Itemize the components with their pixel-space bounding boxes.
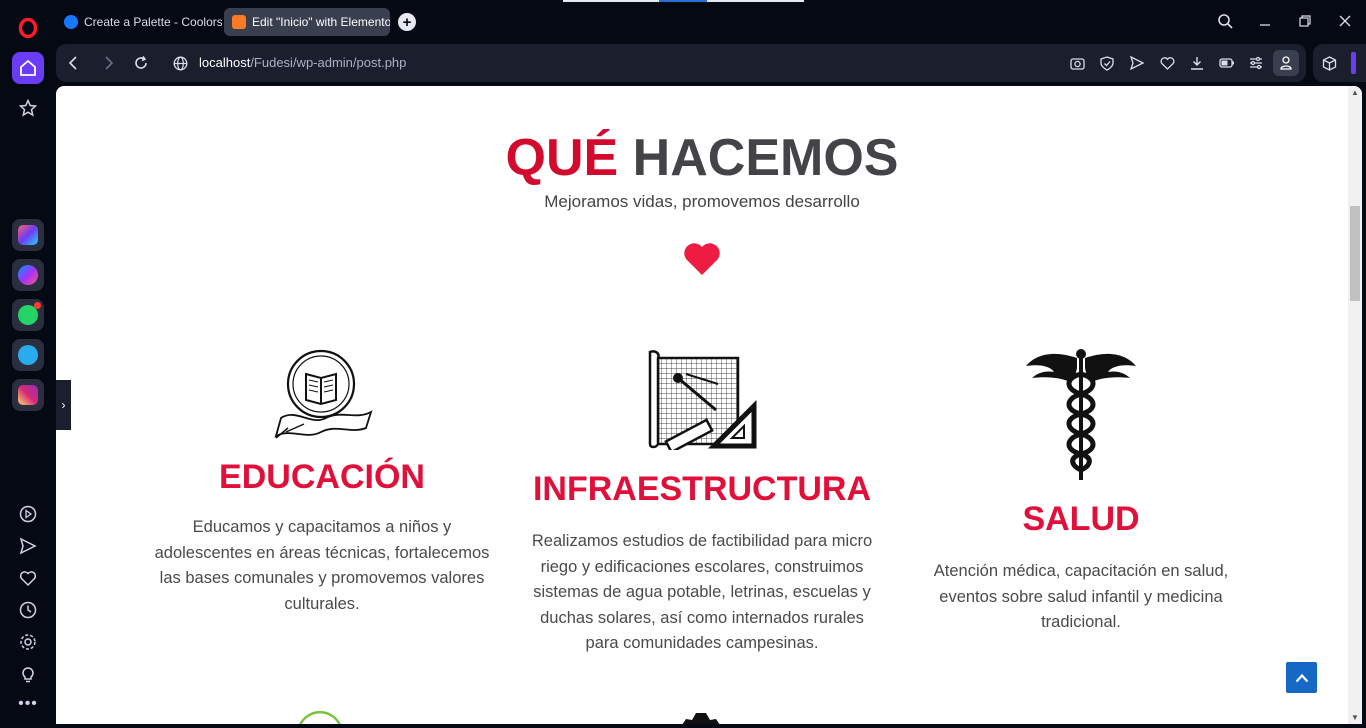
bookmarks-star-icon[interactable] bbox=[16, 96, 40, 120]
service-card-education: EDUCACIÓN Educamos y capacitamos a niños… bbox=[142, 458, 502, 617]
service-card-salud: SALUD Atención médica, capacitación en s… bbox=[901, 500, 1261, 636]
section-heading: QUÉ HACEMOS bbox=[56, 128, 1348, 188]
site-info-globe-icon[interactable] bbox=[170, 53, 190, 73]
top-strip bbox=[563, 0, 659, 2]
extensions-area bbox=[1313, 44, 1366, 82]
service-title: INFRAESTRUCTURA bbox=[532, 470, 872, 508]
top-strip-accent bbox=[659, 0, 707, 2]
home-icon[interactable] bbox=[12, 52, 44, 84]
more-dots-icon[interactable]: ••• bbox=[16, 692, 40, 716]
instagram-icon[interactable] bbox=[12, 379, 44, 411]
url-host: localhost bbox=[199, 55, 251, 70]
browser-sidebar: ••• bbox=[0, 0, 56, 728]
service-title: EDUCACIÓN bbox=[219, 458, 425, 496]
caduceus-icon bbox=[1026, 349, 1136, 480]
send-icon[interactable] bbox=[16, 534, 40, 558]
service-description: Educamos y capacitamos a niños y adolesc… bbox=[154, 518, 490, 613]
forward-icon[interactable] bbox=[99, 53, 119, 73]
heart-icon bbox=[684, 243, 720, 275]
page-viewport: › QUÉ HACEMOS Mejoramos vidas, promovemo… bbox=[56, 86, 1362, 724]
xampp-favicon-icon bbox=[232, 15, 246, 29]
address-bar: localhost/Fudesi/wp-admin/post.php bbox=[56, 44, 1306, 82]
adblock-shield-icon[interactable] bbox=[1098, 54, 1116, 72]
next-row-circle-icon bbox=[299, 711, 341, 724]
whatsapp-icon[interactable] bbox=[12, 299, 44, 331]
search-tabs-icon[interactable] bbox=[1213, 10, 1237, 32]
section-subheading: Mejoramos vidas, promovemos desarrollo bbox=[544, 192, 860, 211]
opera-logo-icon[interactable] bbox=[16, 16, 40, 40]
flow-send-icon[interactable] bbox=[1128, 54, 1146, 72]
messenger-icon[interactable] bbox=[12, 259, 44, 291]
lightbulb-icon[interactable] bbox=[16, 662, 40, 686]
service-title: SALUD bbox=[1022, 500, 1140, 538]
settings-gear-icon[interactable] bbox=[16, 630, 40, 654]
scrollbar-thumb[interactable] bbox=[1350, 206, 1360, 301]
blueprint-ruler-icon bbox=[648, 350, 757, 450]
education-book-emblem-icon bbox=[274, 349, 373, 439]
close-window-icon[interactable] bbox=[1333, 10, 1357, 32]
next-row-gear-icon bbox=[682, 713, 720, 724]
back-icon[interactable] bbox=[63, 53, 83, 73]
telegram-icon[interactable] bbox=[12, 339, 44, 371]
snapshot-camera-icon[interactable] bbox=[1068, 54, 1086, 72]
easy-setup-sliders-icon[interactable] bbox=[1247, 54, 1265, 72]
download-icon[interactable] bbox=[1188, 54, 1206, 72]
battery-saver-icon[interactable] bbox=[1218, 54, 1236, 72]
history-clock-icon[interactable] bbox=[16, 598, 40, 622]
page-scrollbar[interactable]: ▲ ▼ bbox=[1348, 86, 1362, 724]
tab-bar: Create a Palette - Coolors Edit "Inicio"… bbox=[56, 0, 1366, 42]
restore-icon[interactable] bbox=[1293, 10, 1317, 32]
service-card-infraestructura: INFRAESTRUCTURA Realizamos estudios de f… bbox=[522, 470, 882, 657]
scroll-down-arrow-icon[interactable]: ▼ bbox=[1351, 713, 1359, 722]
new-tab-plus-icon[interactable]: + bbox=[398, 13, 416, 31]
scroll-up-arrow-icon[interactable]: ▲ bbox=[1351, 88, 1359, 97]
coolors-favicon-icon bbox=[64, 15, 78, 29]
url-path: /Fudesi/wp-admin/post.php bbox=[250, 55, 407, 70]
player-icon[interactable] bbox=[16, 502, 40, 526]
favorite-heart-icon[interactable] bbox=[1158, 54, 1176, 72]
service-description: Realizamos estudios de factibilidad para… bbox=[531, 532, 873, 653]
top-strip-right bbox=[707, 0, 804, 2]
tab-elementor[interactable]: Edit "Inicio" with Elementor bbox=[224, 8, 390, 36]
tab-label: Create a Palette - Coolors bbox=[84, 15, 222, 29]
service-description: Atención médica, capacitación en salud, … bbox=[933, 562, 1229, 632]
heading-gray-word: HACEMOS bbox=[632, 129, 899, 187]
tab-coolors[interactable]: Create a Palette - Coolors bbox=[56, 8, 222, 36]
scroll-to-top-button[interactable] bbox=[1286, 662, 1317, 693]
profile-avatar-icon[interactable] bbox=[1273, 50, 1299, 76]
heart-icon[interactable] bbox=[16, 566, 40, 590]
sidebar-toggle-accent[interactable] bbox=[1351, 52, 1356, 74]
aria-app-icon[interactable] bbox=[12, 219, 44, 251]
tab-label: Edit "Inicio" with Elementor bbox=[252, 15, 390, 29]
reload-icon[interactable] bbox=[131, 53, 151, 73]
heading-red-word: QUÉ bbox=[505, 129, 619, 187]
url-field[interactable]: localhost/Fudesi/wp-admin/post.php bbox=[199, 55, 406, 70]
panel-expand-chevron-icon[interactable]: › bbox=[56, 380, 71, 430]
minimize-icon[interactable] bbox=[1253, 10, 1277, 32]
extensions-cube-icon[interactable] bbox=[1320, 54, 1338, 72]
